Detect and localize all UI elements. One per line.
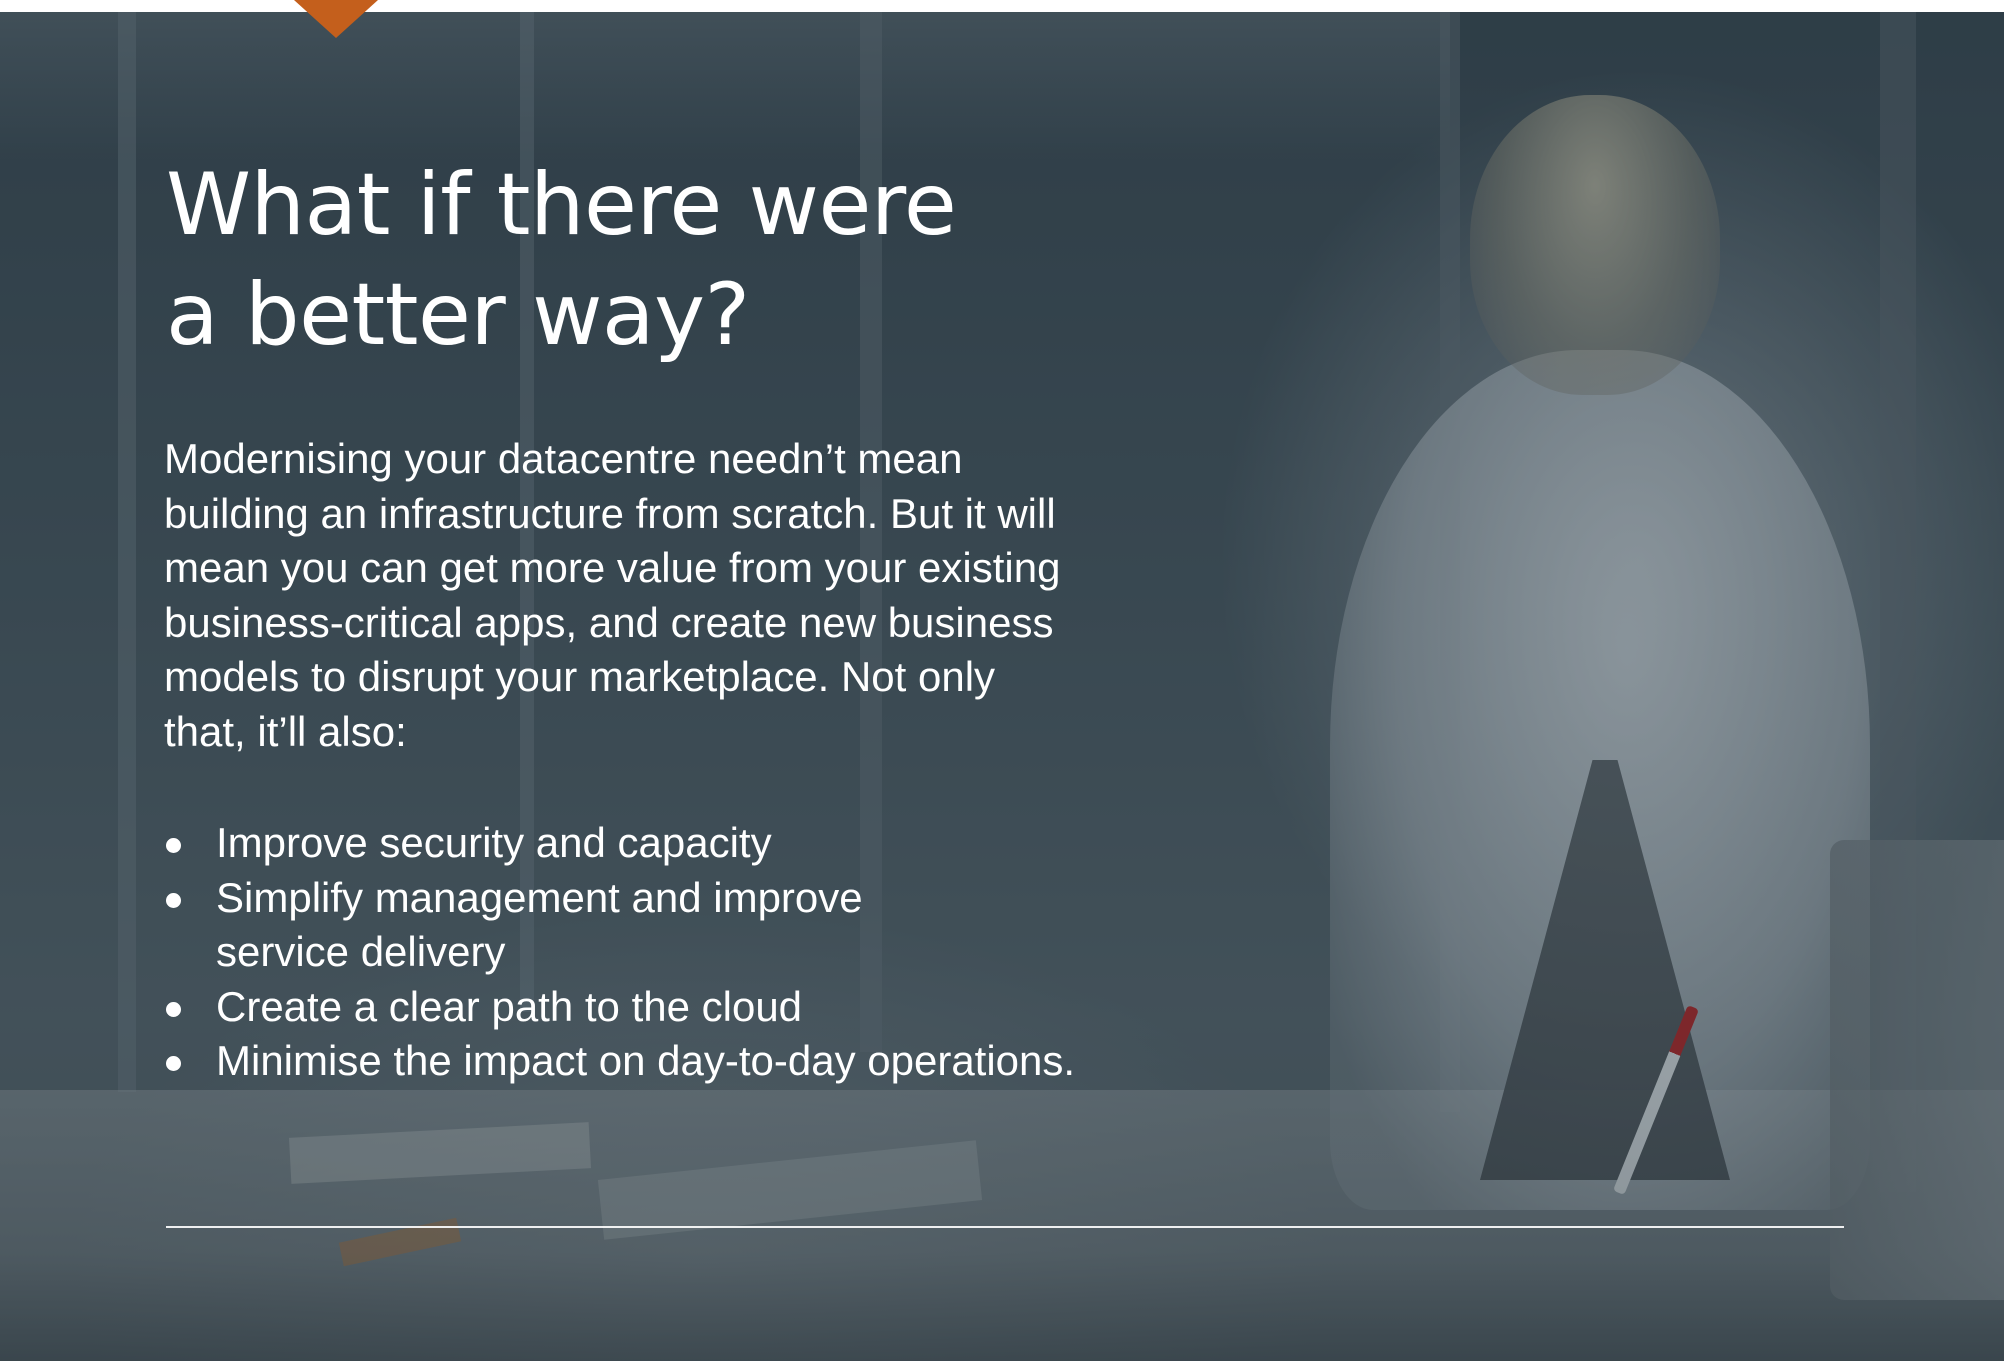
list-item: Improve security and capacity <box>164 816 1284 871</box>
bullet-icon <box>166 1001 181 1017</box>
bullet-icon <box>166 838 181 853</box>
list-item: Simplify management and improve service … <box>164 871 1284 980</box>
intro-line: models to disrupt your marketplace. Not … <box>164 653 996 700</box>
slide-content: What if there were a better way? Moderni… <box>0 0 2004 1361</box>
bullet-icon <box>166 1056 181 1071</box>
benefits-list: Improve security and capacity Simplify m… <box>164 816 1284 1089</box>
page-title: What if there were a better way? <box>166 150 1166 370</box>
title-line: What if there were <box>166 155 957 255</box>
list-item-text: Create a clear path to the cloud <box>216 982 803 1030</box>
list-item-text: service delivery <box>216 928 506 975</box>
list-item-text: Simplify management and improve <box>216 873 863 921</box>
intro-paragraph: Modernising your datacentre needn’t mean… <box>164 432 1224 759</box>
intro-line: building an infrastructure from scratch.… <box>164 489 1056 537</box>
title-line: a better way? <box>166 265 750 365</box>
intro-line: Modernising your datacentre needn’t mean <box>164 435 963 482</box>
intro-line: business-critical apps, and create new b… <box>164 598 1054 646</box>
list-item: Create a clear path to the cloud <box>164 980 1284 1035</box>
list-item: Minimise the impact on day-to-day operat… <box>164 1034 1284 1089</box>
list-item-text: Improve security and capacity <box>216 819 772 866</box>
intro-line: mean you can get more value from your ex… <box>164 544 1061 591</box>
bottom-divider <box>166 1226 1844 1228</box>
bullet-icon <box>166 892 181 908</box>
list-item-text: Minimise the impact on day-to-day operat… <box>216 1037 1076 1084</box>
slide-page: What if there were a better way? Moderni… <box>0 0 2004 1361</box>
intro-line: that, it’ll also: <box>164 707 407 755</box>
